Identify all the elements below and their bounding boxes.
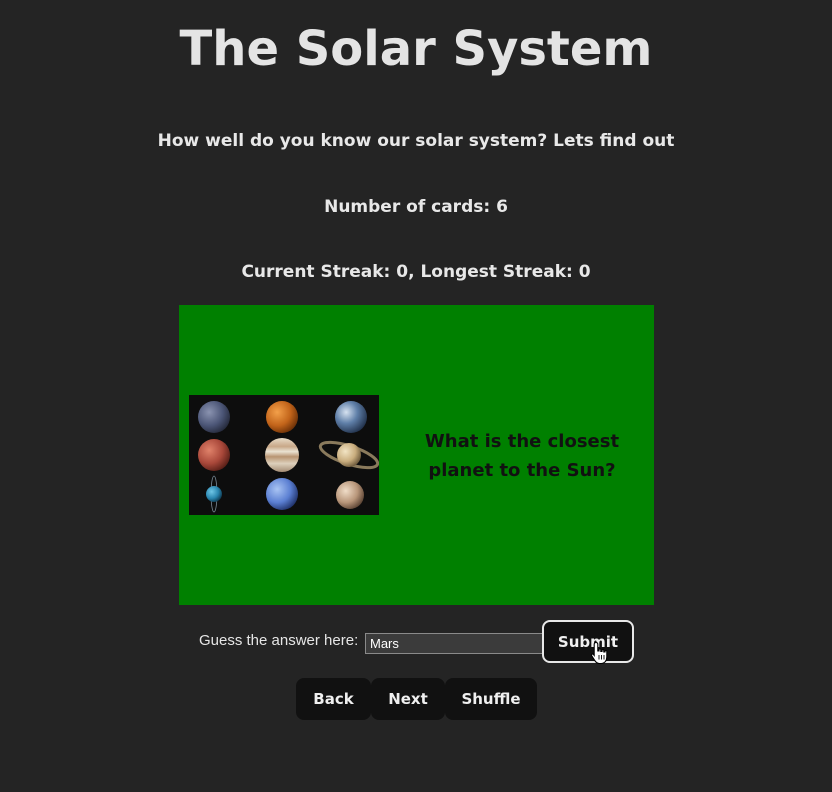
flashcard[interactable]: What is the closest planet to the Sun?	[179, 305, 654, 605]
guess-label: Guess the answer here:	[199, 632, 359, 649]
page-title: The Solar System	[179, 21, 653, 77]
back-button[interactable]: Back	[296, 678, 371, 720]
card-question: What is the closest planet to the Sun?	[424, 431, 620, 481]
flashcard-page: The Solar System How well do you know ou…	[0, 0, 832, 792]
streak-counter: Current Streak: 0, Longest Streak: 0	[241, 262, 591, 282]
shuffle-button[interactable]: Shuffle	[445, 678, 537, 720]
card-count: Number of cards: 6	[324, 197, 508, 217]
next-button[interactable]: Next	[371, 678, 445, 720]
guess-form: Guess the answer here: Submit	[0, 620, 832, 664]
guess-input[interactable]	[365, 633, 543, 654]
submit-button[interactable]: Submit	[542, 620, 634, 663]
planets-image	[189, 395, 379, 515]
intro-text: How well do you know our solar system? L…	[157, 131, 675, 151]
